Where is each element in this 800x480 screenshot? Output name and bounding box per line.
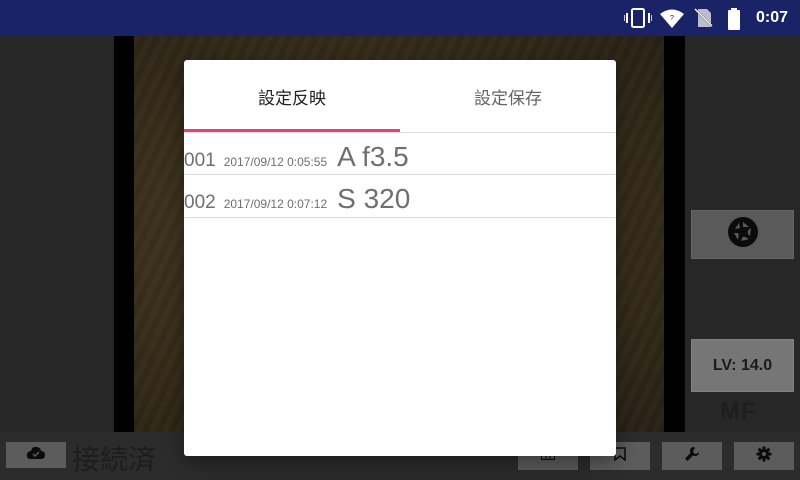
status-time: 0:07	[755, 9, 788, 26]
row-date: 2017/09/12 0:07:12	[223, 197, 328, 211]
row-number: 001	[184, 150, 216, 171]
status-bar: ? 0:07	[0, 0, 800, 36]
list-item[interactable]: 001 2017/09/12 0:05:55 A f3.5	[184, 132, 616, 175]
no-sim-icon	[694, 8, 714, 33]
settings-dialog: 設定反映 設定保存 001 2017/09/12 0:05:55 A f3.5 …	[184, 60, 616, 456]
list-item[interactable]: 002 2017/09/12 0:07:12 S 320	[184, 175, 616, 218]
row-value: S 320	[337, 183, 411, 214]
vibrate-icon	[623, 8, 653, 33]
battery-icon	[726, 8, 742, 35]
tab-apply-settings[interactable]: 設定反映	[184, 60, 400, 132]
dialog-tabs: 設定反映 設定保存	[184, 60, 616, 132]
row-date: 2017/09/12 0:05:55	[223, 155, 328, 169]
tab-save-settings[interactable]: 設定保存	[400, 60, 616, 132]
wifi-icon: ?	[659, 8, 685, 33]
settings-list: 001 2017/09/12 0:05:55 A f3.5 002 2017/0…	[184, 132, 616, 218]
svg-text:?: ?	[670, 15, 674, 22]
row-value: A f3.5	[337, 141, 409, 172]
row-number: 002	[184, 192, 216, 213]
